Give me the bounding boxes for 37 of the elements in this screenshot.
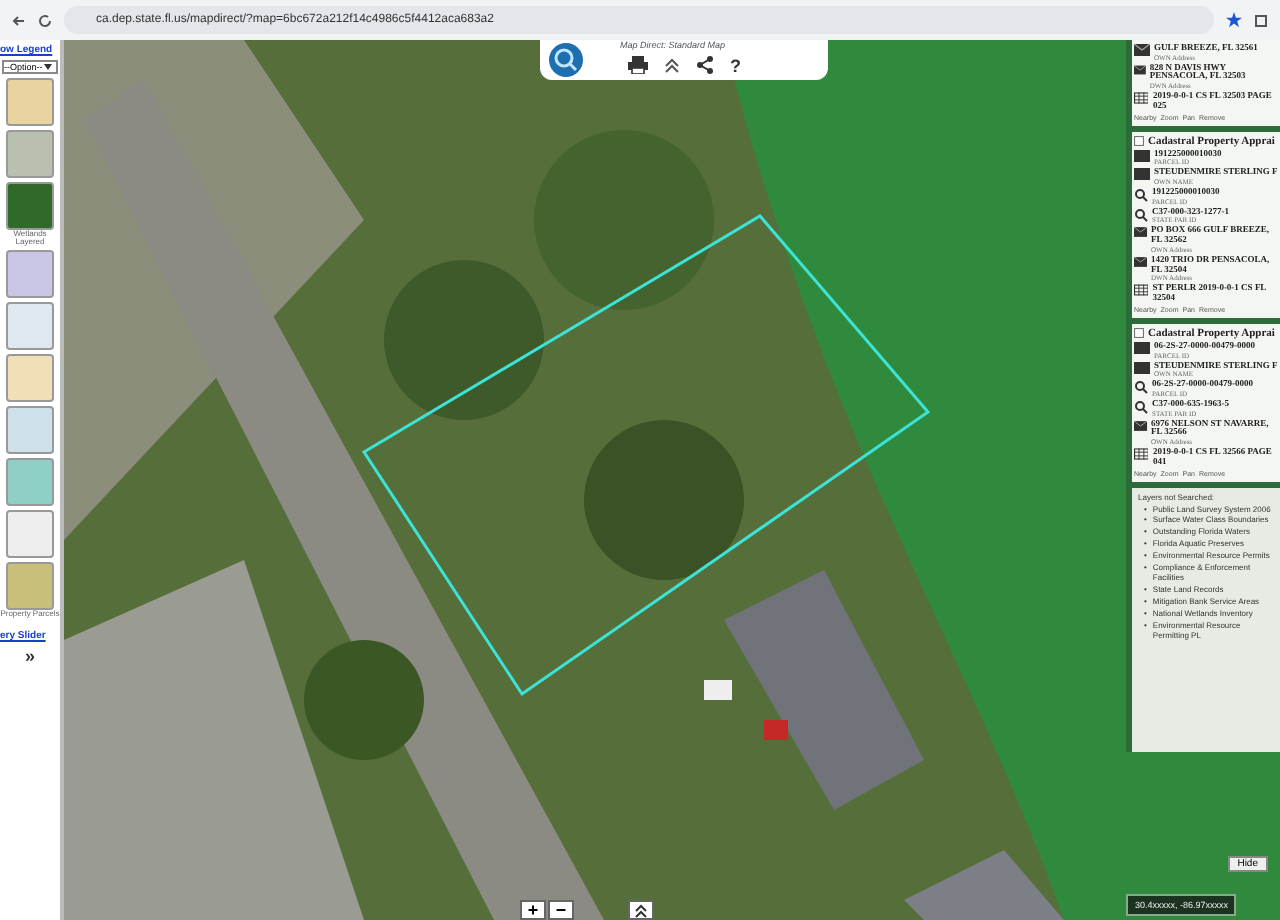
envelope-icon [1134,419,1148,432]
help-button[interactable]: ? [730,55,741,75]
zoom-out-button[interactable]: − [548,900,574,920]
caret-icon [44,64,53,70]
search-icon[interactable] [548,42,584,78]
share-button[interactable] [696,56,714,74]
layer-thumbnail[interactable] [6,302,54,350]
collapse-button[interactable] [664,57,680,73]
table-icon [1134,284,1149,297]
print-button[interactable] [628,56,648,74]
search-icon [1134,380,1148,395]
envelope-icon [1134,226,1148,239]
search-icon [1134,207,1148,222]
layer-thumbnail[interactable] [6,510,54,558]
layer-thumbnail[interactable] [6,250,54,298]
envelope-icon [1134,44,1150,56]
envelope-icon [1134,63,1146,76]
layer-thumbnail[interactable] [6,78,54,126]
expand-button[interactable]: » [24,646,35,666]
layer-thumbnail[interactable] [6,130,54,178]
layer-thumbnail[interactable] [6,354,54,402]
table-icon [1134,92,1149,105]
star-icon[interactable] [1226,12,1242,28]
search-icon [1134,399,1148,414]
expand-up-button[interactable] [628,900,654,920]
layer-thumbnail[interactable] [6,406,54,454]
back-icon[interactable] [12,13,26,27]
checkbox-icon[interactable] [1134,136,1144,147]
checkbox-icon[interactable] [1134,328,1144,339]
layer-thumbnail[interactable] [6,182,54,230]
search-icon [1134,188,1148,203]
envelope-icon [1134,255,1147,268]
zoom-in-button[interactable]: + [520,900,546,920]
layer-thumbnail[interactable] [6,458,54,506]
layer-thumbnail[interactable] [5,562,54,610]
table-icon [1134,448,1149,461]
reload-icon[interactable] [38,13,52,27]
